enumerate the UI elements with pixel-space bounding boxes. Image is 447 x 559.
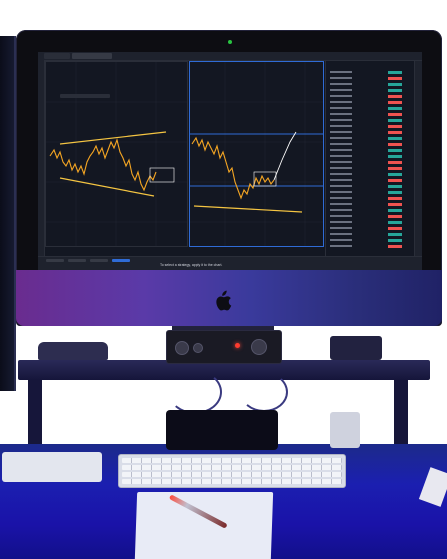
key-row — [122, 465, 342, 470]
left-chart-svg — [46, 62, 187, 246]
shelf-leg-left — [28, 380, 42, 446]
bottom-tab — [90, 259, 108, 262]
camera-indicator — [228, 40, 232, 44]
price-series-right — [191, 136, 275, 200]
notepad — [134, 492, 274, 559]
browser-top-bar — [38, 52, 422, 61]
watchlist-symbols — [330, 71, 352, 247]
key-row — [122, 479, 342, 484]
shelf-leg-right — [394, 380, 408, 446]
bottom-panel-bar: To select a strategy, apply it to the ch… — [38, 256, 422, 270]
status-message: To select a strategy, apply it to the ch… — [160, 263, 223, 267]
apple-logo-icon — [216, 290, 232, 311]
knob — [175, 341, 189, 355]
side-monitor — [0, 36, 16, 391]
knob — [193, 343, 203, 353]
desk-setup-photo: To select a strategy, apply it to the ch… — [0, 0, 447, 559]
volume-knob — [251, 339, 267, 355]
trackpad — [2, 452, 102, 482]
bottom-tab-active — [112, 259, 130, 262]
chart-pane-left — [45, 61, 188, 247]
right-toolbar — [414, 61, 422, 256]
watchlist-rows — [330, 71, 402, 248]
shelf-object-left — [38, 342, 108, 360]
speaker — [166, 410, 278, 450]
key-row — [122, 458, 342, 463]
bottom-tab — [68, 259, 86, 262]
trading-screen: To select a strategy, apply it to the ch… — [38, 52, 422, 270]
keyboard — [118, 454, 346, 488]
audio-interface — [166, 330, 282, 364]
key-row — [122, 472, 342, 477]
shelf-object-right — [330, 336, 382, 360]
watchlist-panel — [325, 61, 422, 256]
cable — [168, 370, 222, 414]
right-chart-svg — [190, 62, 323, 246]
drawing-toolbar — [38, 60, 45, 256]
bottom-tab — [46, 259, 64, 262]
power-led — [235, 343, 240, 348]
chart-pane-right — [189, 61, 324, 247]
grid-lines-right — [190, 62, 323, 246]
grid-lines — [46, 62, 187, 246]
watchlist-changes — [388, 71, 402, 248]
chart-header-tools — [60, 94, 110, 98]
bottom-trend-line — [193, 205, 303, 213]
price-series — [49, 138, 157, 192]
cable — [240, 372, 288, 412]
projection-path — [273, 131, 297, 181]
browser-tab — [44, 53, 70, 59]
desk-gadget — [330, 412, 360, 448]
browser-tab-active — [72, 53, 112, 59]
